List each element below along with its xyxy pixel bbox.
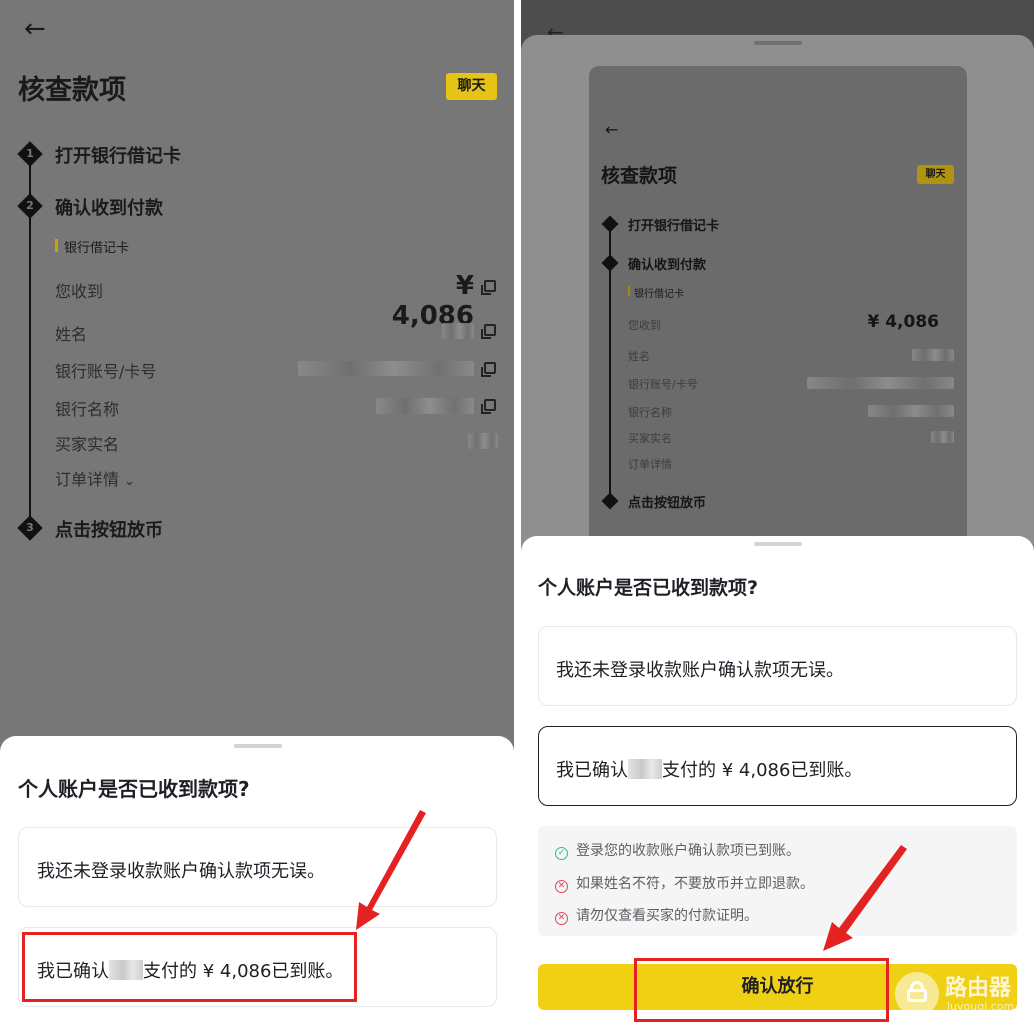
order-verification-screen: ← 核查款项 聊天 1 打开银行借记卡 2 确认收到付款 银行借记卡 您收到 ¥… — [0, 0, 514, 740]
bank-debit-tag-small: 银行借记卡 — [628, 285, 684, 300]
sheet-title: 个人账户是否已收到款项? — [538, 577, 759, 599]
tag-bar-small — [628, 286, 630, 296]
panel-divider — [514, 0, 521, 1034]
step-2-marker-small — [601, 254, 619, 272]
name-label: 姓名 — [55, 325, 88, 344]
watermark-title: 路由器 — [945, 976, 1012, 1001]
name-label-small: 姓名 — [628, 350, 650, 363]
redacted-bank-name — [376, 398, 474, 414]
step-1-marker-small — [601, 215, 619, 233]
sheet-grabber[interactable] — [234, 744, 282, 748]
redacted-buyer-name — [468, 433, 498, 449]
option-not-logged-in[interactable]: 我还未登录收款账户确认款项无误。 — [538, 626, 1017, 706]
hint-text: 登录您的收款账户确认款项已到账。 — [576, 843, 800, 859]
confirm-prefix: 我已确认 — [556, 760, 628, 781]
buyer-name-label-small: 买家实名 — [628, 432, 672, 445]
arrow-left-icon: ← — [605, 120, 619, 139]
option-not-logged-in-label: 我还未登录收款账户确认款项无误。 — [556, 660, 844, 681]
copy-icon[interactable] — [481, 362, 496, 377]
highlight-box — [22, 932, 357, 1002]
account-label-small: 银行账号/卡号 — [628, 378, 698, 391]
hint-row: ✓ 登录您的收款账户确认款项已到账。 — [555, 840, 800, 860]
red-arrow-icon — [356, 810, 426, 930]
hint-text: 如果姓名不符，不要放币并立即退款。 — [576, 876, 814, 892]
chat-button-small: 聊天 — [917, 165, 954, 184]
redacted-name-small — [912, 349, 954, 361]
highlight-box — [634, 958, 889, 1022]
received-label: 您收到 — [55, 282, 104, 301]
check-circle-icon: ✓ — [555, 847, 568, 860]
step-3-label: 点击按钮放币 — [55, 520, 163, 541]
chevron-down-icon: ⌄ — [124, 474, 136, 489]
order-details-toggle[interactable]: 订单详情 ⌄ — [55, 466, 135, 490]
option-not-logged-in-label: 我还未登录收款账户确认款项无误。 — [37, 861, 325, 882]
step-3-marker-small — [601, 492, 619, 510]
step-2-label: 确认收到付款 — [55, 198, 163, 219]
watermark-url: luyouqi.com — [947, 1000, 1015, 1013]
received-amount-small: ¥ 4,086 — [867, 312, 939, 332]
copy-icon[interactable] — [481, 324, 496, 339]
redacted-payer-name — [628, 759, 662, 779]
sheet-grabber[interactable] — [754, 542, 802, 546]
step-2-number: 2 — [26, 199, 34, 212]
option-confirm-received-label: 我已确认 支付的 ¥ 4,086已到账。 — [556, 756, 862, 782]
red-arrow-icon — [823, 845, 907, 951]
left-screenshot: ← 核查款项 聊天 1 打开银行借记卡 2 确认收到付款 银行借记卡 您收到 ¥… — [0, 0, 514, 1034]
page-title-small: 核查款项 — [601, 165, 678, 187]
order-details-label-small: 订单详情 — [628, 458, 672, 471]
arrow-left-icon[interactable]: ← — [24, 16, 46, 42]
step-3-number: 3 — [26, 521, 34, 534]
redacted-buyer-small — [931, 431, 954, 443]
hint-row: ✕ 请勿仅查看买家的付款证明。 — [555, 905, 758, 925]
sheet-title: 个人账户是否已收到款项? — [18, 777, 250, 801]
bank-tag-label-small: 银行借记卡 — [634, 289, 684, 300]
step-3-label-small: 点击按钮放币 — [628, 496, 707, 511]
chat-button[interactable]: 聊天 — [446, 73, 497, 100]
step-1-label-small: 打开银行借记卡 — [628, 219, 720, 234]
account-label: 银行账号/卡号 — [55, 362, 157, 381]
hint-box: ✓ 登录您的收款账户确认款项已到账。 ✕ 如果姓名不符，不要放币并立即退款。 ✕ 请勿… — [538, 826, 1017, 936]
tag-bar — [55, 239, 58, 252]
x-circle-icon: ✕ — [555, 912, 568, 925]
background-sheet-grabber — [754, 41, 802, 45]
right-screenshot: ← ← 核查款项 聊天 打开银行借记卡 确认收到付款 银行借记卡 您收到 ¥ 4… — [521, 0, 1034, 1034]
bank-debit-tag: 银行借记卡 — [55, 237, 129, 256]
buyer-name-label: 买家实名 — [55, 435, 120, 454]
copy-icon[interactable] — [481, 280, 496, 295]
bank-tag-label: 银行借记卡 — [64, 241, 130, 256]
hint-text: 请勿仅查看买家的付款证明。 — [576, 908, 758, 924]
router-logo-icon — [895, 972, 939, 1016]
received-amount: ¥ 4,086 — [391, 271, 474, 331]
copy-icon[interactable] — [481, 399, 496, 414]
redacted-bank-name-small — [868, 405, 954, 417]
option-confirm-received[interactable]: 我已确认 支付的 ¥ 4,086已到账。 — [538, 726, 1017, 806]
step-1-number: 1 — [26, 147, 34, 160]
bank-name-label: 银行名称 — [55, 400, 120, 419]
hint-row: ✕ 如果姓名不符，不要放币并立即退款。 — [555, 873, 814, 893]
order-details-label: 订单详情 — [55, 470, 120, 489]
step-2-label-small: 确认收到付款 — [628, 258, 707, 273]
received-label-small: 您收到 — [628, 319, 661, 332]
embedded-screenshot: ← 核查款项 聊天 打开银行借记卡 确认收到付款 银行借记卡 您收到 ¥ 4,0… — [589, 66, 967, 566]
page-title: 核查款项 — [18, 75, 126, 106]
redacted-account — [298, 361, 474, 376]
background-sheet: ← 核查款项 聊天 打开银行借记卡 确认收到付款 银行借记卡 您收到 ¥ 4,0… — [521, 35, 1034, 566]
router-logo-arc — [910, 981, 924, 991]
bank-name-label-small: 银行名称 — [628, 406, 672, 419]
step-1-label: 打开银行借记卡 — [55, 146, 181, 167]
redacted-name — [442, 323, 474, 339]
x-circle-icon: ✕ — [555, 880, 568, 893]
confirm-suffix: 支付的 ¥ 4,086已到账。 — [662, 760, 863, 781]
redacted-account-small — [807, 377, 954, 389]
